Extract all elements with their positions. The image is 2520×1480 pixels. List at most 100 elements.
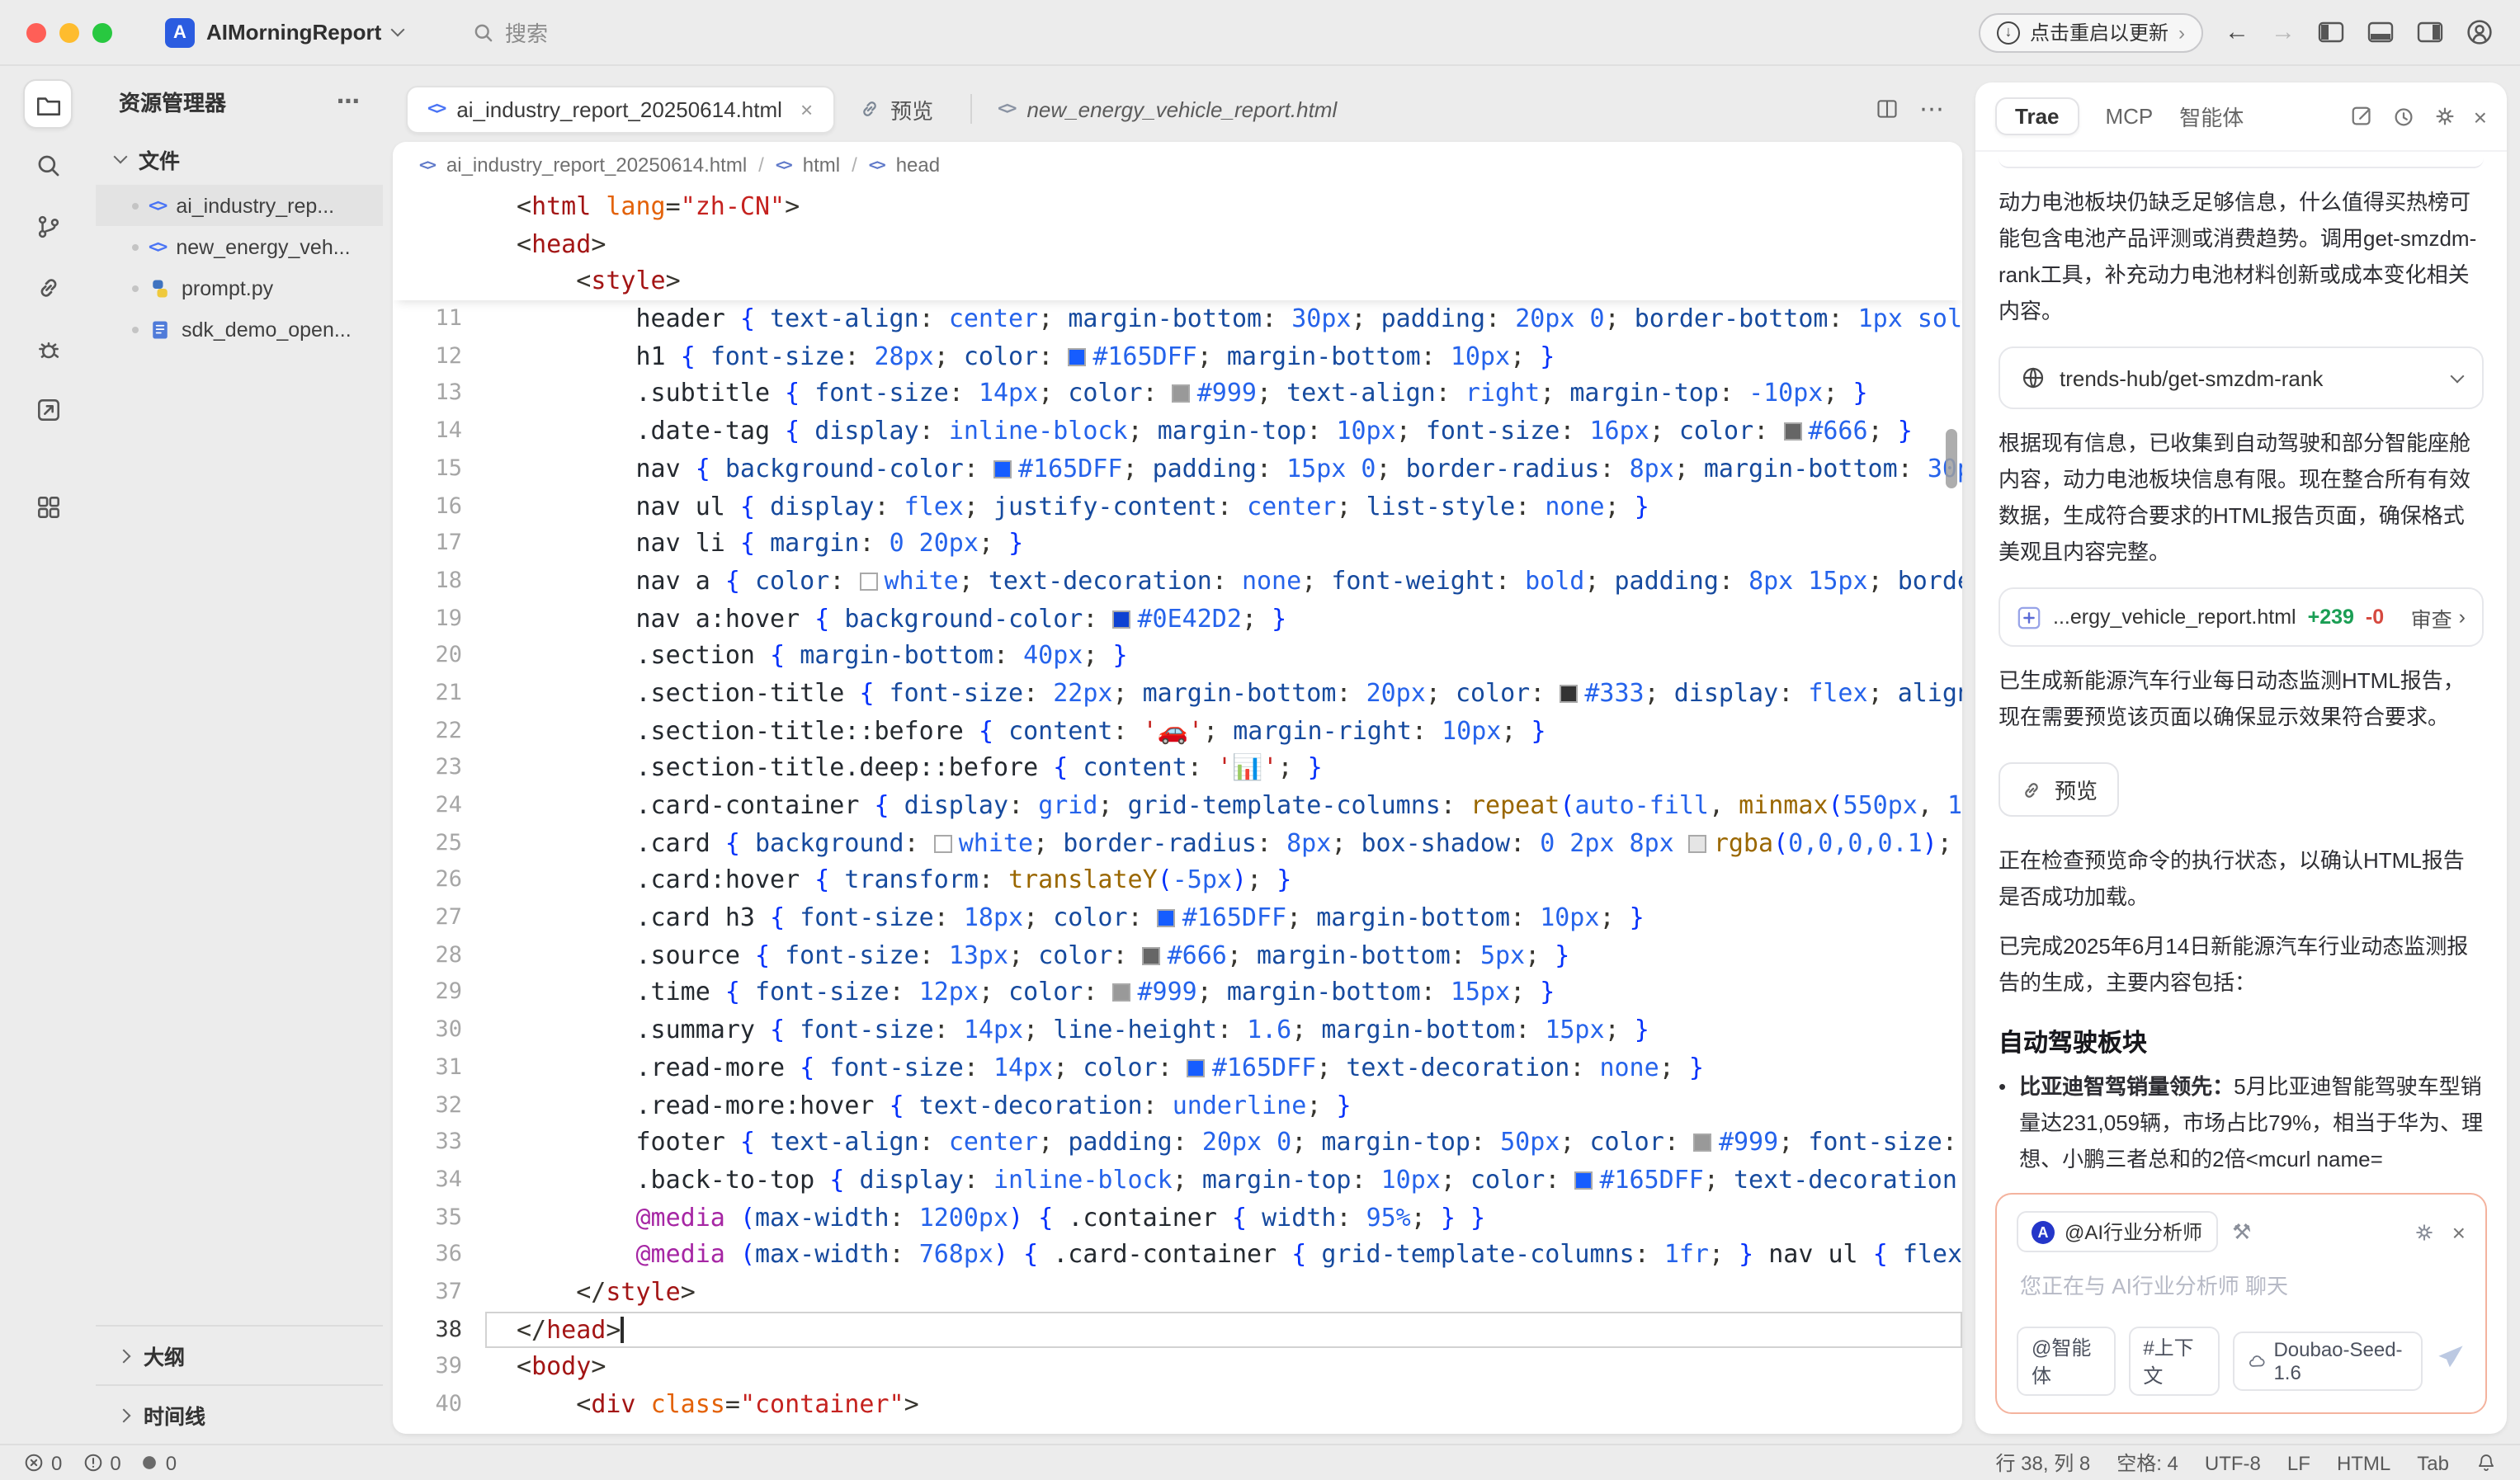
- breadcrumb-file[interactable]: ai_industry_report_20250614.html: [446, 153, 747, 177]
- line-number[interactable]: 25: [393, 824, 485, 861]
- close-panel-icon[interactable]: ×: [2474, 103, 2487, 130]
- line-number[interactable]: 31: [393, 1049, 485, 1086]
- line-number[interactable]: 13: [393, 375, 485, 412]
- sticky-line[interactable]: <style>: [393, 263, 1962, 300]
- account-icon[interactable]: [2466, 18, 2494, 46]
- tab-ai-industry-report[interactable]: <> ai_industry_report_20250614.html ×: [406, 85, 834, 133]
- indent-mode[interactable]: Tab: [2417, 1451, 2449, 1474]
- file-item-ai-industry-report[interactable]: <> ai_industry_rep...: [96, 185, 383, 226]
- warning-count[interactable]: 0: [82, 1451, 120, 1474]
- file-change-row[interactable]: ...ergy_vehicle_report.html +239 -0 审查 ›: [1999, 587, 2484, 647]
- encoding[interactable]: UTF-8: [2205, 1451, 2261, 1474]
- line-number[interactable]: 30: [393, 1011, 485, 1049]
- line-number[interactable]: [393, 188, 485, 225]
- breadcrumb-head[interactable]: head: [896, 153, 940, 177]
- apps-activity-button[interactable]: [23, 482, 73, 531]
- remote-activity-button[interactable]: [23, 262, 73, 312]
- nav-back-button[interactable]: ←: [2225, 18, 2249, 46]
- line-number[interactable]: 15: [393, 450, 485, 488]
- gear-icon[interactable]: [2433, 104, 2457, 129]
- split-editor-icon[interactable]: [1875, 97, 1899, 120]
- code-line[interactable]: 14 .date-tag { display: inline-block; ma…: [393, 412, 1962, 450]
- tab-trae[interactable]: Trae: [1995, 97, 2079, 135]
- eol-type[interactable]: LF: [2287, 1451, 2310, 1474]
- line-number[interactable]: 22: [393, 712, 485, 749]
- tool-call-card[interactable]: trends-hub/get-smzdm-rank: [1999, 346, 2484, 409]
- code-line[interactable]: 25 .card { background: white; border-rad…: [393, 824, 1962, 861]
- code-line[interactable]: 20 .section { margin-bottom: 40px; }: [393, 638, 1962, 675]
- line-number[interactable]: 19: [393, 600, 485, 637]
- tools-icon[interactable]: ⚒: [2232, 1218, 2251, 1245]
- search-activity-button[interactable]: [23, 140, 73, 190]
- code-line[interactable]: 36 @media (max-width: 768px) { .card-con…: [393, 1237, 1962, 1274]
- chat-input-box[interactable]: A @AI行业分析师 ⚒ × 您正在与 AI行业分析师 聊天 @智能体 #上下文: [1995, 1193, 2487, 1414]
- review-button[interactable]: 审查 ›: [2411, 601, 2466, 633]
- code-editor[interactable]: <html lang="zh-CN"><head> <style> 11 hea…: [393, 188, 1962, 1434]
- line-number[interactable]: 23: [393, 750, 485, 787]
- code-line[interactable]: 30 .summary { font-size: 14px; line-heig…: [393, 1011, 1962, 1049]
- sticky-line[interactable]: <head>: [393, 225, 1962, 262]
- code-line[interactable]: 13 .subtitle { font-size: 14px; color: #…: [393, 375, 1962, 412]
- cursor-position[interactable]: 行 38, 列 8: [1996, 1449, 2091, 1477]
- nav-forward-button[interactable]: →: [2271, 18, 2296, 46]
- code-line[interactable]: 22 .section-title::before { content: '🚗'…: [393, 712, 1962, 749]
- line-number[interactable]: 24: [393, 787, 485, 824]
- line-number[interactable]: 11: [393, 300, 485, 337]
- code-line[interactable]: 35 @media (max-width: 1200px) { .contain…: [393, 1199, 1962, 1236]
- code-line[interactable]: 38</head>: [393, 1311, 1962, 1348]
- source-control-activity-button[interactable]: [23, 201, 73, 251]
- global-search[interactable]: 搜索: [472, 16, 548, 48]
- chat-input-placeholder[interactable]: 您正在与 AI行业分析师 聊天: [2020, 1269, 2462, 1300]
- code-line[interactable]: 33 footer { text-align: center; padding:…: [393, 1124, 1962, 1161]
- file-item-sdk-demo[interactable]: sdk_demo_open...: [96, 309, 383, 350]
- editor-scrollbar[interactable]: [1946, 429, 1957, 488]
- code-line[interactable]: 16 nav ul { display: flex; justify-conte…: [393, 488, 1962, 525]
- files-section-header[interactable]: 文件: [96, 134, 383, 185]
- context-picker-chip[interactable]: #上下文: [2128, 1327, 2219, 1396]
- explorer-more-icon[interactable]: ⋯: [337, 87, 360, 115]
- line-number[interactable]: [393, 263, 485, 300]
- line-number[interactable]: 14: [393, 412, 485, 450]
- code-line[interactable]: 32 .read-more:hover { text-decoration: u…: [393, 1086, 1962, 1124]
- file-item-prompt-py[interactable]: prompt.py: [96, 267, 383, 309]
- code-line[interactable]: 21 .section-title { font-size: 22px; mar…: [393, 675, 1962, 712]
- code-line[interactable]: 24 .card-container { display: grid; grid…: [393, 787, 1962, 824]
- line-number[interactable]: [393, 225, 485, 262]
- agent-mention-chip[interactable]: A @AI行业分析师: [2017, 1211, 2217, 1252]
- toggle-right-panel-icon[interactable]: [2416, 20, 2444, 45]
- code-line[interactable]: 26 .card:hover { transform: translateY(-…: [393, 862, 1962, 899]
- code-line[interactable]: 12 h1 { font-size: 28px; color: #165DFF;…: [393, 338, 1962, 375]
- line-number[interactable]: 38: [393, 1311, 485, 1348]
- line-number[interactable]: 32: [393, 1086, 485, 1124]
- line-number[interactable]: 37: [393, 1274, 485, 1311]
- line-number[interactable]: 39: [393, 1349, 485, 1386]
- code-line[interactable]: 23 .section-title.deep::before { content…: [393, 750, 1962, 787]
- notifications-bell-icon[interactable]: [2475, 1452, 2497, 1473]
- code-line[interactable]: 31 .read-more { font-size: 14px; color: …: [393, 1049, 1962, 1086]
- tab-preview[interactable]: 预览: [834, 93, 956, 125]
- line-number[interactable]: 35: [393, 1199, 485, 1236]
- line-number[interactable]: 21: [393, 675, 485, 712]
- code-line[interactable]: 19 nav a:hover { background-color: #0E42…: [393, 600, 1962, 637]
- line-number[interactable]: 29: [393, 974, 485, 1011]
- language-mode[interactable]: HTML: [2337, 1451, 2390, 1474]
- explorer-activity-button[interactable]: [23, 79, 73, 129]
- line-number[interactable]: 26: [393, 862, 485, 899]
- history-icon[interactable]: [2391, 104, 2416, 129]
- breadcrumb[interactable]: <> ai_industry_report_20250614.html / <>…: [393, 142, 1962, 188]
- sticky-line[interactable]: <html lang="zh-CN">: [393, 188, 1962, 225]
- preview-button[interactable]: 预览: [1999, 762, 2119, 817]
- editor-more-icon[interactable]: ⋯: [1919, 94, 1946, 124]
- tab-mcp[interactable]: MCP: [2106, 104, 2154, 129]
- code-line[interactable]: 17 nav li { margin: 0 20px; }: [393, 525, 1962, 562]
- minimize-window-button[interactable]: [59, 22, 79, 42]
- code-line[interactable]: 39<body>: [393, 1349, 1962, 1386]
- agent-picker-chip[interactable]: @智能体: [2017, 1327, 2115, 1396]
- line-number[interactable]: 20: [393, 638, 485, 675]
- extensions-activity-button[interactable]: [23, 384, 73, 434]
- clear-agent-icon[interactable]: ×: [2452, 1218, 2466, 1245]
- line-number[interactable]: 36: [393, 1237, 485, 1274]
- file-item-new-energy-report[interactable]: <> new_energy_veh...: [96, 226, 383, 267]
- send-button[interactable]: [2436, 1342, 2466, 1380]
- info-count[interactable]: 0: [141, 1451, 177, 1474]
